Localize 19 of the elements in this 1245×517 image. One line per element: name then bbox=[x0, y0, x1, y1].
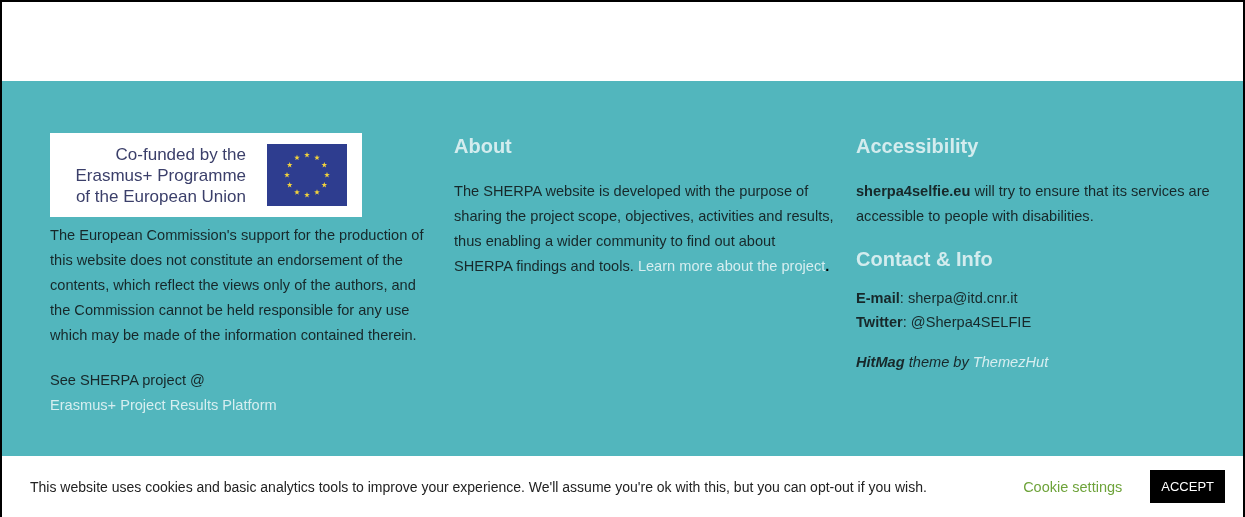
accessibility-text: sherpa4selfie.eu will try to ensure that its services are accessible to people with disabilities. bbox=[856, 182, 1211, 226]
accept-button[interactable]: ACCEPT bbox=[1150, 470, 1225, 503]
themezhut-link[interactable]: ThemezHut bbox=[972, 354, 1049, 370]
disclaimer-text: The European Commission's support for the production of this website does not constitute an endorsement of the contents, which reflect the views only of the authors, and the Commission cannot be held responsible for any use which may be made of the information contained therein. bbox=[50, 226, 425, 345]
cookie-notice: This website uses cookies and basic analytics tools to improve your experience. We'll assume you're ok with this, but you can opt-out if you wish. bbox=[30, 478, 927, 495]
contact-line: E-mail: sherpa@itd.cnr.it bbox=[856, 289, 1019, 308]
about-heading: About bbox=[454, 134, 512, 159]
learn-more-link[interactable]: Learn more about the project bbox=[637, 258, 826, 274]
contact-line: Twitter: @Sherpa4SELFIE bbox=[856, 313, 1032, 332]
about-text: The SHERPA website is developed with the purpose of sharing the project scope, objectives, activities and results, thus enabling a wider community to find out about SHERPA findings and tools. Learn more about the project. bbox=[454, 182, 834, 276]
accessibility-heading: Accessibility bbox=[856, 134, 979, 159]
theme-credit: HitMag theme by bbox=[856, 354, 969, 370]
logo-text: Co-funded by the bbox=[115, 143, 246, 165]
cookie-settings-link[interactable]: Cookie settings bbox=[1023, 478, 1123, 495]
logo-text: of the European Union bbox=[75, 185, 246, 207]
logo-text: Erasmus+ Programme bbox=[75, 164, 246, 186]
project-results-link[interactable]: Erasmus+ Project Results Platform bbox=[50, 397, 277, 413]
contact-heading: Contact & Info bbox=[856, 247, 993, 272]
project-label: See SHERPA project @ bbox=[50, 372, 205, 388]
